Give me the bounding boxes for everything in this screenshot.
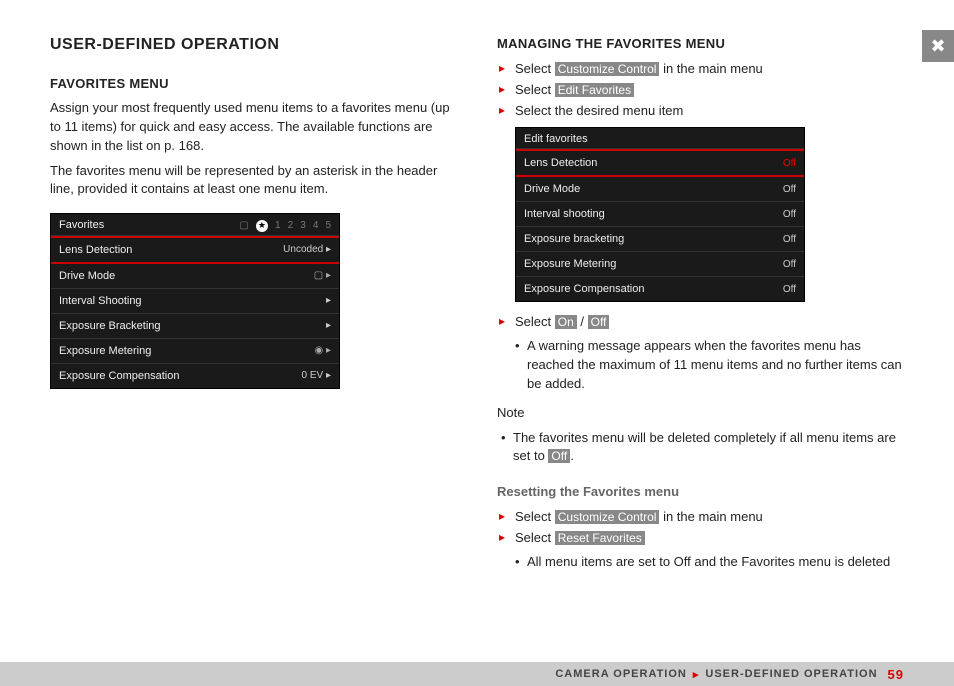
bullet-item: A warning message appears when the favor… [497, 337, 904, 394]
cam-tabs: ▢ ★ 1 2 3 4 5 [235, 219, 331, 232]
cam-row: Lens Detection Uncoded ▸ [51, 236, 339, 264]
cam-row: Exposure bracketing Off [516, 227, 804, 252]
section-favorites-menu: FAVORITES MENU [50, 76, 457, 91]
menu-tag: Customize Control [555, 62, 660, 76]
cam-row: Exposure Compensation Off [516, 277, 804, 301]
menu-tag: On [555, 315, 577, 329]
cam-row: Interval shooting Off [516, 202, 804, 227]
cam-row: Drive Mode Off [516, 177, 804, 202]
menu-tag: Off [588, 315, 610, 329]
star-icon: ★ [256, 220, 268, 232]
favorites-desc-2: The favorites menu will be represented b… [50, 162, 457, 200]
step-item: Select the desired menu item [497, 101, 904, 122]
note-label: Note [497, 404, 904, 423]
cam-title: Favorites [59, 219, 104, 231]
favorites-desc-1: Assign your most frequently used menu it… [50, 99, 457, 156]
step-item: Select Reset Favorites [497, 528, 904, 549]
step-item: Select Edit Favorites [497, 80, 904, 101]
page-number: 59 [888, 667, 904, 682]
cam-row: Exposure Metering ◉ ▸ [51, 339, 339, 364]
step-item: Select Customize Control in the main men… [497, 507, 904, 528]
caret-icon: ▸ [693, 668, 700, 681]
side-tab-icon: ✖ [922, 30, 954, 62]
page-title: USER-DEFINED OPERATION [50, 36, 457, 54]
cam-row: Lens Detection Off [516, 149, 804, 177]
camera-menu-favorites: Favorites ▢ ★ 1 2 3 4 5 Lens Detection U… [50, 213, 340, 389]
camera-menu-edit-favorites: Edit favorites Lens Detection Off Drive … [515, 127, 805, 302]
menu-tag: Edit Favorites [555, 83, 634, 97]
step-item: Select On / Off [497, 312, 904, 333]
bullet-item: All menu items are set to Off and the Fa… [497, 553, 904, 572]
cam-row: Exposure Compensation 0 EV ▸ [51, 364, 339, 388]
breadcrumb: USER-DEFINED OPERATION [705, 668, 877, 680]
menu-tag: Reset Favorites [555, 531, 645, 545]
left-column: USER-DEFINED OPERATION FAVORITES MENU As… [50, 36, 457, 572]
cam-row: Drive Mode ▢ ▸ [51, 264, 339, 289]
menu-tag: Off [548, 449, 570, 463]
note-bullet: The favorites menu will be deleted compl… [483, 429, 904, 467]
cam-title: Edit favorites [524, 133, 588, 145]
right-column: MANAGING THE FAVORITES MENU Select Custo… [497, 36, 904, 572]
memory-card-icon: ▢ [239, 220, 248, 231]
cam-row: Exposure Bracketing ▸ [51, 314, 339, 339]
step-item: Select Customize Control in the main men… [497, 59, 904, 80]
cam-row: Interval Shooting ▸ [51, 289, 339, 314]
page-footer: CAMERA OPERATION ▸ USER-DEFINED OPERATIO… [0, 662, 954, 686]
menu-tag: Customize Control [555, 510, 660, 524]
breadcrumb: CAMERA OPERATION [555, 668, 687, 680]
section-reset-favorites: Resetting the Favorites menu [497, 484, 904, 499]
cam-row: Exposure Metering Off [516, 252, 804, 277]
section-managing-favorites: MANAGING THE FAVORITES MENU [497, 36, 904, 51]
